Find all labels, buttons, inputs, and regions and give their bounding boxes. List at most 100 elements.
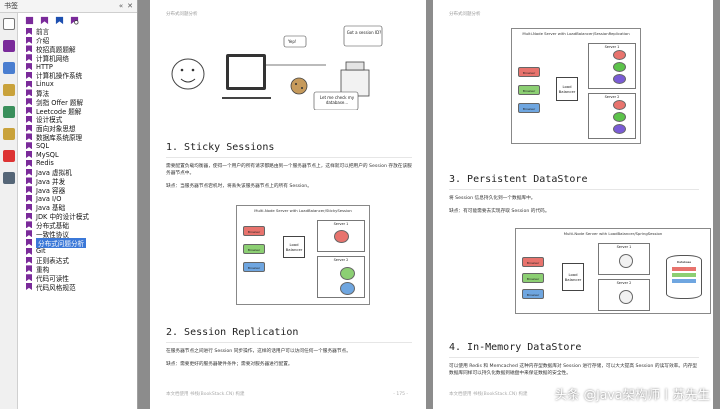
bookmark-item-label: 分布式问题分析 xyxy=(36,237,87,248)
session-replication-drawback: 缺点：需要更好的服务器硬件条件；需要对服务器进行配置。 xyxy=(166,362,293,367)
bookmark-icon xyxy=(26,247,32,255)
diagram-title: Multi-Node Server with LoadBalancer/Spri… xyxy=(563,231,663,236)
collapse-panel-button[interactable]: « xyxy=(119,2,123,10)
db-row-red xyxy=(672,267,696,271)
bookmark-item[interactable]: Java 容器 xyxy=(26,185,135,195)
bookmark-icon xyxy=(26,168,32,176)
bookmark-item[interactable]: 分布式问题分析 xyxy=(26,237,135,248)
browser-blue: Browser xyxy=(243,262,265,272)
session-blue xyxy=(340,282,355,295)
bookmark-item-label: Linux xyxy=(36,80,54,89)
page-thumbnail-icon[interactable] xyxy=(2,18,15,30)
watermark-text: 头条 @Java架构师丨苏先生 xyxy=(554,387,710,402)
section-divider xyxy=(449,357,699,358)
session-replication-desc: 在服务器节点之间进行 Session 同步操作，这样的话用户可以访问任何一个服务… xyxy=(166,349,351,354)
speech-got-session: Got a session ID? xyxy=(346,30,382,35)
session-replication-diagram: Multi-Node Server with LoadBalancer/Sess… xyxy=(511,28,641,144)
bookmark-icon xyxy=(26,274,32,282)
bookmark-icon xyxy=(26,212,32,220)
database-label: Database xyxy=(676,260,692,264)
section-divider xyxy=(166,157,412,158)
bookmark-icon xyxy=(26,27,32,35)
bookmark-icon xyxy=(26,186,32,194)
bookmark-item-label: SQL xyxy=(36,141,50,150)
bookmark-icon xyxy=(26,159,32,167)
session-green xyxy=(613,62,626,72)
pdf-reader-window: 书签 « ✕ 前言 介绍 校招真题题解 计算机网络 HTTP 计算机操作系统 Linux 算法… xyxy=(0,0,720,409)
section-session-replication-title: 2. Session Replication xyxy=(166,327,299,338)
session-green xyxy=(613,112,626,122)
close-panel-button[interactable]: ✕ xyxy=(127,2,133,10)
browser-green: Browser xyxy=(522,273,544,283)
bookmark-icon xyxy=(26,195,32,203)
bookmark-search-icon[interactable] xyxy=(70,16,79,25)
bookmark-panel: 书签 « ✕ 前言 介绍 校招真题题解 计算机网络 HTTP 计算机操作系统 Linux 算法… xyxy=(0,0,138,409)
bookmark-icon xyxy=(26,107,32,115)
speech-yep: Yep! xyxy=(288,39,297,44)
section-divider xyxy=(449,189,699,190)
in-memory-datastore-desc: 可以使用 Redis 和 Memcached 这种内存型数据库对 Session… xyxy=(449,364,698,376)
bookmark-icon xyxy=(26,203,32,211)
browser-green: Browser xyxy=(243,244,265,254)
expand-bookmarks-icon[interactable] xyxy=(25,16,34,25)
bookmark-icon xyxy=(26,71,32,79)
lock-icon[interactable] xyxy=(2,128,15,140)
section-in-memory-datastore-title: 4. In-Memory DataStore xyxy=(449,342,582,353)
persistent-datastore-desc: 将 Session 信息持久化到一个数据库中。 xyxy=(449,196,536,201)
database-cylinder: Database xyxy=(666,255,702,299)
bookmark-icon xyxy=(26,89,32,97)
speech-check-db: Let me check my database... xyxy=(319,95,355,105)
load-balancer: Load Balancer xyxy=(562,263,584,291)
load-balancer: Load Balancer xyxy=(283,236,305,258)
bookmark-icon xyxy=(26,256,32,264)
bookmark-tree: 前言 介绍 校招真题题解 计算机网络 HTTP 计算机操作系统 Linux 算法 剑指 Offe… xyxy=(26,27,135,292)
server-1: Server 1 xyxy=(317,220,365,252)
bookmark-icon xyxy=(26,45,32,53)
signature-icon[interactable] xyxy=(2,150,15,162)
bookmark-icon xyxy=(26,142,32,150)
bookmark-icon xyxy=(26,80,32,88)
browser-red: Browser xyxy=(243,226,265,236)
bookmark-icon xyxy=(26,221,32,229)
bookmark-icon xyxy=(26,177,32,185)
bookmark-icon xyxy=(26,265,32,273)
tools-icon[interactable] xyxy=(2,172,15,184)
bookmark-item[interactable]: SQL xyxy=(26,141,135,150)
session-red xyxy=(613,100,626,110)
bookmark-item-label: 代码风格规范 xyxy=(36,283,76,292)
session-purple xyxy=(613,124,626,134)
bookmark-item-label: 计算机操作系统 xyxy=(36,72,83,81)
session-placeholder xyxy=(619,290,633,304)
server-1: Server 1 xyxy=(588,43,636,89)
browser-red: Browser xyxy=(518,67,540,77)
session-green xyxy=(340,267,355,280)
session-purple xyxy=(613,74,626,84)
bookmark-icon xyxy=(26,54,32,62)
bookmark-icon[interactable] xyxy=(2,40,15,52)
bookmark-item[interactable]: 代码风格规范 xyxy=(26,282,135,292)
attachment-icon[interactable] xyxy=(2,84,15,96)
layers-icon[interactable] xyxy=(2,62,15,74)
bookmark-tag-icon[interactable] xyxy=(55,16,64,25)
bookmark-item-label: Git xyxy=(36,247,46,256)
page-footer: 本文档使用 书栈(BookStack.CN) 构建 xyxy=(449,392,528,397)
bookmark-icon xyxy=(26,133,32,141)
bookmark-icon xyxy=(26,230,32,238)
bookmark-item[interactable]: 计算机网络 xyxy=(26,53,135,63)
bookmark-item-label: 计算机网络 xyxy=(36,54,69,63)
bookmark-icon xyxy=(26,283,32,290)
bookmark-item[interactable]: MySQL xyxy=(26,150,135,159)
bookmark-item-label: 数据库系统原理 xyxy=(36,133,83,142)
bookmark-item[interactable]: 数据库系统原理 xyxy=(26,133,135,142)
page-number: - 175 - xyxy=(393,392,408,397)
bookmark-item-label: MySQL xyxy=(36,150,59,159)
section-divider xyxy=(166,342,412,343)
new-bookmark-icon[interactable] xyxy=(40,16,49,25)
browser-green: Browser xyxy=(518,85,540,95)
browser-red: Browser xyxy=(522,257,544,267)
pdf-page-175: 分布式问题分析 Yep! Got a session ID? Let me ch… xyxy=(150,0,426,409)
link-icon[interactable] xyxy=(2,106,15,118)
server-2: Server 2 xyxy=(598,279,650,311)
bookmark-item-label: Java 容器 xyxy=(36,186,66,195)
bookmark-item[interactable]: 计算机操作系统 xyxy=(26,71,135,80)
